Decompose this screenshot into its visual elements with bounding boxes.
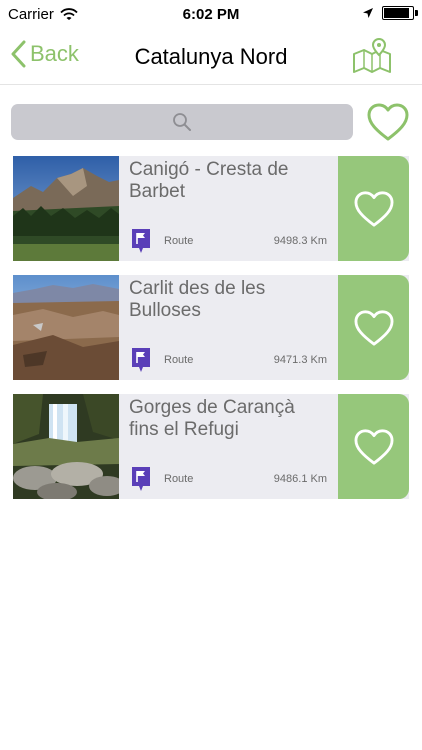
- status-time: 6:02 PM: [182, 6, 240, 23]
- route-flag-icon: [132, 229, 150, 253]
- favorite-button[interactable]: [338, 156, 409, 261]
- route-title: Carlit des de les Bulloses: [129, 278, 266, 321]
- status-bar: Carrier 6:02 PM: [0, 0, 422, 30]
- route-thumbnail: [13, 275, 119, 380]
- route-title: Canigó - Cresta de Barbet: [129, 159, 289, 202]
- route-card[interactable]: Canigó - Cresta de Barbet Route 9498.3 K…: [13, 156, 409, 261]
- heart-outline-icon: [367, 103, 409, 141]
- route-thumbnail: [13, 156, 119, 261]
- heart-outline-icon: [354, 428, 393, 465]
- route-distance: 9471.3 Km: [273, 354, 327, 366]
- nav-bar: Back Catalunya Nord: [0, 30, 422, 85]
- route-flag-icon: [132, 348, 150, 372]
- battery-level: [384, 8, 409, 18]
- route-flag-icon: [132, 467, 150, 491]
- favorite-button[interactable]: [338, 394, 409, 499]
- battery-icon: [382, 6, 418, 20]
- favorite-button[interactable]: [338, 275, 409, 380]
- route-distance: 9486.1 Km: [273, 473, 327, 485]
- search-input[interactable]: [11, 104, 353, 140]
- route-type: Route: [164, 235, 194, 247]
- map-button[interactable]: [352, 37, 392, 79]
- map-icon: [353, 37, 391, 73]
- status-right: [362, 6, 418, 20]
- heart-outline-icon: [354, 190, 393, 227]
- route-title: Gorges de Carançà fins el Refugi: [129, 397, 295, 440]
- favorites-filter-button[interactable]: [366, 102, 410, 147]
- route-list: Canigó - Cresta de Barbet Route 9498.3 K…: [13, 156, 409, 513]
- heart-outline-icon: [354, 309, 393, 346]
- route-card[interactable]: Gorges de Carançà fins el Refugi Route 9…: [13, 394, 409, 499]
- route-type: Route: [164, 473, 194, 485]
- route-card[interactable]: Carlit des de les Bulloses Route 9471.3 …: [13, 275, 409, 380]
- route-type: Route: [164, 354, 194, 366]
- route-thumbnail: [13, 394, 119, 499]
- route-distance: 9498.3 Km: [273, 235, 327, 247]
- location-arrow-icon: [363, 8, 373, 18]
- search-icon: [173, 113, 191, 131]
- search-row: [0, 98, 422, 148]
